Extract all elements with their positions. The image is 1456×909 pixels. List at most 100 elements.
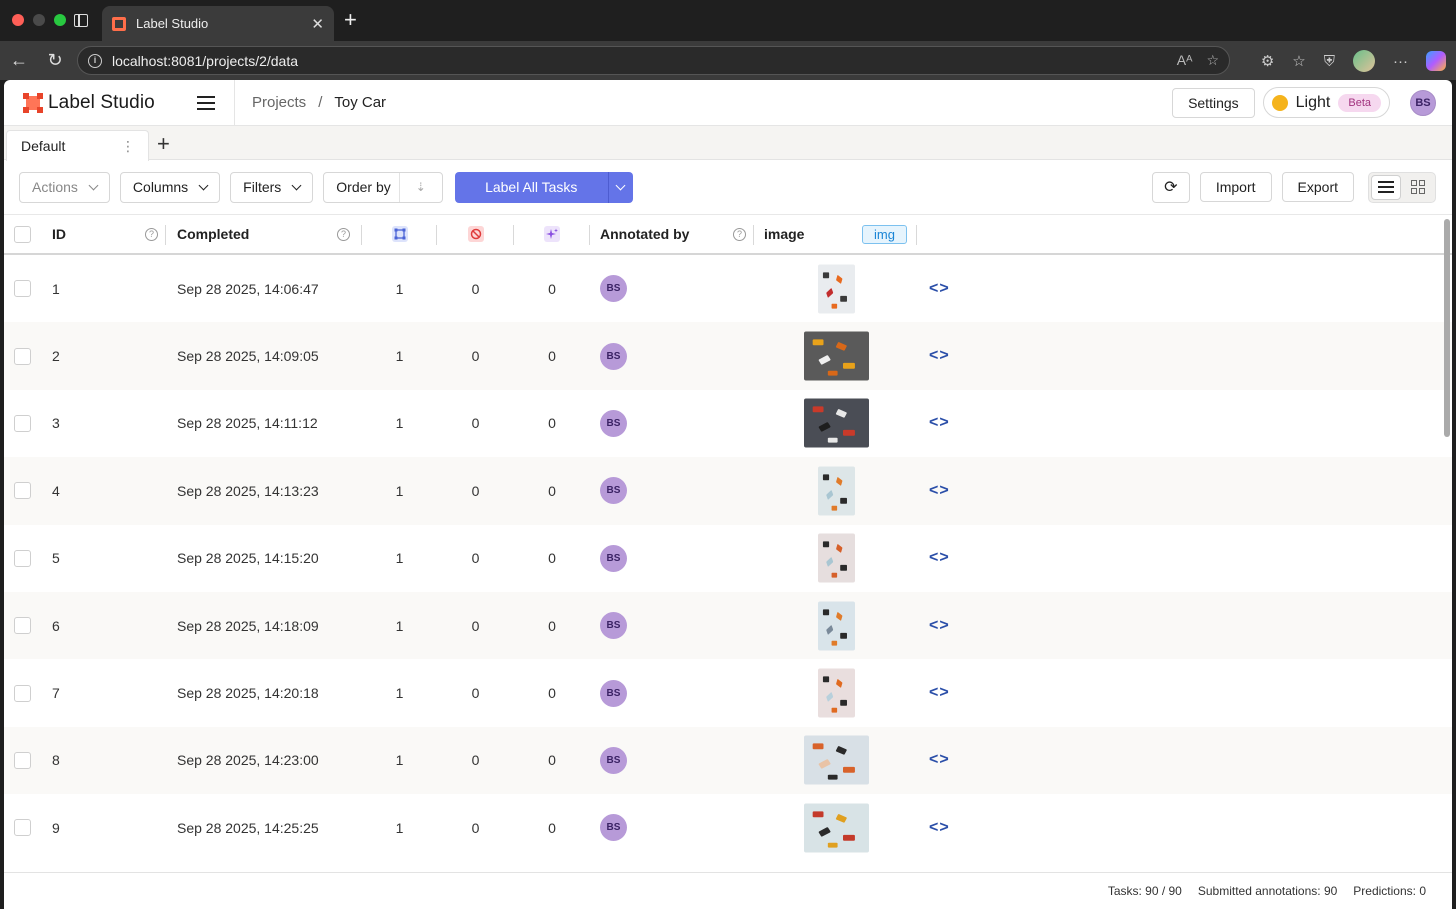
url-text[interactable]: localhost:8081/projects/2/data	[112, 53, 1177, 69]
tab-default[interactable]: Default ⋮	[6, 130, 149, 161]
address-bar[interactable]: i localhost:8081/projects/2/data A͏ᴬ ☆	[77, 46, 1230, 75]
table-row[interactable]: 4 Sep 28 2025, 14:13:23 1 0 0 BS <>	[4, 457, 1452, 525]
user-avatar[interactable]: BS	[1410, 89, 1436, 116]
close-tab-icon[interactable]: ✕	[311, 15, 324, 33]
table-row[interactable]: 1 Sep 28 2025, 14:06:47 1 0 0 BS <>	[4, 255, 1452, 322]
list-view-button[interactable]	[1371, 174, 1401, 200]
task-image-thumbnail[interactable]	[818, 466, 855, 516]
theme-toggle[interactable]: Light Beta	[1262, 87, 1390, 118]
source-code-icon[interactable]: <>	[929, 414, 950, 432]
annotator-avatar[interactable]: BS	[600, 477, 627, 505]
more-options-icon[interactable]: ···	[1393, 53, 1408, 70]
source-code-icon[interactable]: <>	[929, 347, 950, 365]
task-image-thumbnail[interactable]	[818, 533, 855, 583]
source-code-icon[interactable]: <>	[929, 482, 950, 500]
refresh-button[interactable]: ⟳	[1151, 171, 1190, 203]
help-icon[interactable]: ?	[733, 227, 746, 241]
label-all-tasks-label[interactable]: Label All Tasks	[455, 179, 608, 195]
table-row[interactable]: 2 Sep 28 2025, 14:09:05 1 0 0 BS <>	[4, 322, 1452, 390]
task-image-thumbnail[interactable]	[818, 668, 855, 718]
settings-button[interactable]: Settings	[1172, 87, 1255, 118]
tab-menu-icon[interactable]: ⋮	[121, 138, 135, 155]
columns-dropdown[interactable]: Columns	[119, 171, 221, 203]
column-header-id[interactable]: ID ?	[52, 215, 166, 253]
column-header-image[interactable]: image img	[764, 215, 917, 253]
site-info-icon[interactable]: i	[88, 53, 102, 68]
browser-tab[interactable]: Label Studio ✕	[102, 6, 334, 41]
task-image-thumbnail[interactable]	[804, 331, 869, 381]
vertical-scrollbar[interactable]	[1442, 215, 1452, 821]
new-tab-icon[interactable]: +	[344, 9, 357, 31]
task-image-thumbnail[interactable]	[804, 735, 869, 785]
row-checkbox[interactable]	[14, 414, 31, 432]
row-checkbox[interactable]	[14, 549, 31, 567]
reload-icon[interactable]: ↻	[42, 50, 68, 71]
order-by-control[interactable]: Order by ⇣	[323, 171, 443, 203]
row-checkbox[interactable]	[14, 819, 31, 837]
row-checkbox[interactable]	[14, 482, 31, 500]
annotator-avatar[interactable]: BS	[600, 679, 627, 707]
column-header-cancelled[interactable]	[437, 215, 514, 253]
favorites-icon[interactable]: ☆	[1292, 52, 1305, 70]
source-code-icon[interactable]: <>	[929, 684, 950, 702]
sort-direction-icon[interactable]: ⇣	[400, 180, 442, 194]
row-checkbox[interactable]	[14, 751, 31, 769]
task-image-thumbnail[interactable]	[818, 601, 855, 651]
select-all-checkbox[interactable]	[14, 225, 31, 243]
scrollbar-thumb[interactable]	[1444, 219, 1450, 437]
help-icon[interactable]: ?	[145, 227, 158, 241]
profile-avatar[interactable]	[1353, 50, 1375, 72]
back-arrow-icon[interactable]: ←	[6, 50, 32, 71]
table-row[interactable]: 6 Sep 28 2025, 14:18:09 1 0 0 BS <>	[4, 591, 1452, 660]
annotator-avatar[interactable]: BS	[600, 612, 627, 640]
source-code-icon[interactable]: <>	[929, 751, 950, 769]
annotator-avatar[interactable]: BS	[600, 544, 627, 572]
annotator-avatar[interactable]: BS	[600, 275, 627, 303]
export-button[interactable]: Export	[1281, 172, 1354, 202]
source-code-icon[interactable]: <>	[929, 549, 950, 567]
label-all-tasks-button[interactable]: Label All Tasks	[454, 171, 633, 203]
task-image-thumbnail[interactable]	[804, 398, 869, 448]
table-row[interactable]: 3 Sep 28 2025, 14:11:12 1 0 0 BS <>	[4, 390, 1452, 457]
annotator-avatar[interactable]: BS	[600, 409, 627, 437]
grid-view-button[interactable]	[1403, 175, 1433, 200]
browser-essentials-icon[interactable]: ⛨	[1324, 53, 1335, 70]
breadcrumb-projects[interactable]: Projects	[252, 94, 306, 111]
label-all-dropdown-toggle[interactable]	[609, 180, 633, 190]
breadcrumb-current-project[interactable]: Toy Car	[334, 94, 386, 111]
read-aloud-icon[interactable]: A͏ᴬ	[1177, 52, 1193, 69]
extensions-icon[interactable]: ⚙	[1261, 52, 1274, 70]
logo[interactable]: Label Studio	[4, 92, 174, 114]
column-header-completed[interactable]: Completed ?	[177, 215, 362, 253]
minimize-window-button[interactable]	[33, 14, 45, 26]
row-checkbox[interactable]	[14, 347, 31, 365]
filters-dropdown[interactable]: Filters	[230, 171, 314, 203]
column-header-annotated-by[interactable]: Annotated by ?	[600, 215, 754, 253]
table-row[interactable]: 9 Sep 28 2025, 14:25:25 1 0 0 BS <>	[4, 794, 1452, 861]
row-checkbox[interactable]	[14, 684, 31, 702]
add-tab-icon[interactable]: +	[157, 131, 170, 157]
table-row[interactable]: 7 Sep 28 2025, 14:20:18 1 0 0 BS <>	[4, 659, 1452, 726]
source-code-icon[interactable]: <>	[929, 280, 950, 298]
source-code-icon[interactable]: <>	[929, 617, 950, 635]
annotator-avatar[interactable]: BS	[600, 746, 627, 774]
task-image-thumbnail[interactable]	[818, 264, 855, 314]
row-checkbox[interactable]	[14, 617, 31, 635]
column-header-annotations[interactable]	[362, 215, 437, 253]
help-icon[interactable]: ?	[337, 227, 350, 241]
maximize-window-button[interactable]	[54, 14, 66, 26]
task-image-thumbnail[interactable]	[804, 803, 869, 853]
hamburger-menu-icon[interactable]	[197, 95, 215, 110]
column-header-predictions[interactable]	[514, 215, 590, 253]
table-row[interactable]: 8 Sep 28 2025, 14:23:00 1 0 0 BS <>	[4, 726, 1452, 795]
tab-actions-icon[interactable]	[74, 14, 88, 27]
annotator-avatar[interactable]: BS	[600, 814, 627, 842]
row-checkbox[interactable]	[14, 280, 31, 298]
table-row[interactable]: 5 Sep 28 2025, 14:15:20 1 0 0 BS <>	[4, 525, 1452, 592]
annotator-avatar[interactable]: BS	[600, 342, 627, 370]
actions-dropdown[interactable]: Actions	[19, 171, 110, 203]
close-window-button[interactable]	[12, 14, 24, 26]
copilot-icon[interactable]	[1426, 51, 1446, 71]
order-by-label[interactable]: Order by	[324, 172, 400, 202]
source-code-icon[interactable]: <>	[929, 819, 950, 837]
